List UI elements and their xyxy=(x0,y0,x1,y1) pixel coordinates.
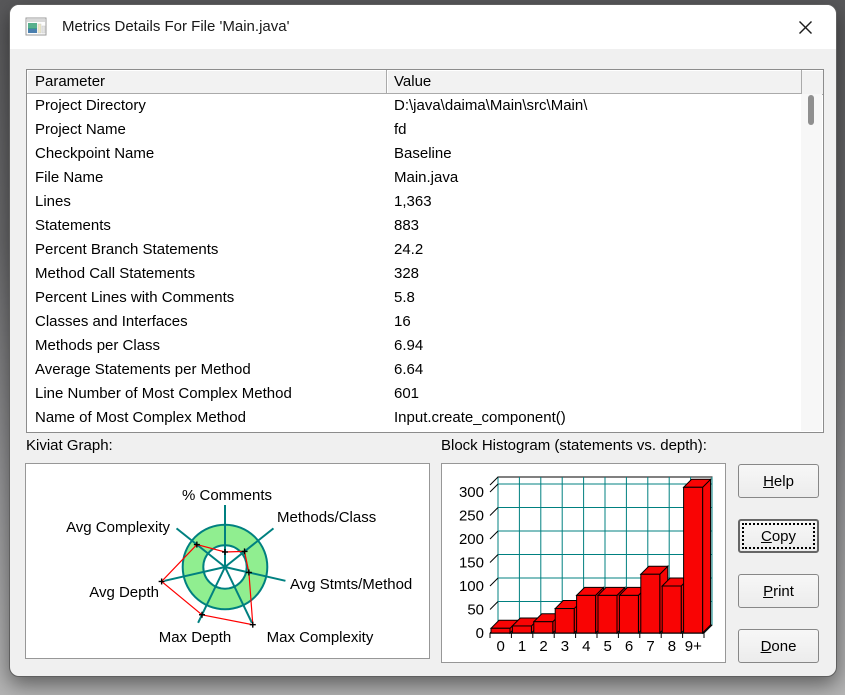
value-cell: Baseline xyxy=(394,145,452,162)
value-cell: 6.94 xyxy=(394,337,424,354)
value-cell: 601 xyxy=(394,385,420,402)
table-row[interactable]: Percent Branch Statements 24.2 xyxy=(27,238,823,262)
column-header-value[interactable]: Value xyxy=(387,70,802,94)
value-cell: Input.create_component() xyxy=(394,409,566,426)
value-cell: 24.2 xyxy=(394,241,424,258)
scrollbar-thumb[interactable] xyxy=(808,95,814,125)
value-cell: 5.8 xyxy=(394,289,415,306)
parameter-cell: Name of Most Complex Method xyxy=(35,409,246,426)
window-title: Metrics Details For File 'Main.java' xyxy=(62,18,290,35)
done-button[interactable]: Done xyxy=(738,629,819,663)
svg-text:7: 7 xyxy=(646,638,654,655)
parameter-cell: Percent Lines with Comments xyxy=(35,289,235,306)
svg-text:8: 8 xyxy=(668,638,676,655)
table-row[interactable]: Lines 1,363 xyxy=(27,190,823,214)
svg-text:250: 250 xyxy=(459,508,484,525)
value-cell: 1,363 xyxy=(394,193,432,210)
app-icon xyxy=(25,17,47,36)
table-body: Project Directory D:\java\daima\Main\src\… xyxy=(27,94,823,432)
svg-text:Methods/Class: Methods/Class xyxy=(277,509,376,526)
close-button[interactable] xyxy=(790,12,820,42)
kiviat-graph-label: Kiviat Graph: xyxy=(26,437,113,454)
svg-text:2: 2 xyxy=(539,638,547,655)
svg-text:9+: 9+ xyxy=(685,638,702,655)
value-cell: 16 xyxy=(394,313,411,330)
parameter-cell: Statements xyxy=(35,217,111,234)
svg-text:150: 150 xyxy=(459,555,484,572)
svg-text:Avg Depth: Avg Depth xyxy=(89,584,159,601)
titlebar[interactable]: Metrics Details For File 'Main.java' xyxy=(10,5,836,49)
table-row[interactable]: Method Call Statements 328 xyxy=(27,262,823,286)
metrics-details-dialog: Metrics Details For File 'Main.java' Par… xyxy=(9,4,837,677)
close-icon xyxy=(798,20,812,34)
copy-button[interactable]: Copy xyxy=(738,519,819,553)
parameter-cell: Methods per Class xyxy=(35,337,161,354)
svg-text:Max Depth: Max Depth xyxy=(159,629,232,646)
table-row[interactable]: Methods per Class 6.94 xyxy=(27,334,823,358)
svg-text:Avg Complexity: Avg Complexity xyxy=(66,519,170,536)
value-cell: fd xyxy=(394,121,407,138)
print-button[interactable]: Print xyxy=(738,574,819,608)
parameter-cell: File Name xyxy=(35,169,104,186)
table-row[interactable]: Percent Lines with Comments 5.8 xyxy=(27,286,823,310)
histogram-label: Block Histogram (statements vs. depth): xyxy=(441,437,707,454)
kiviat-radar-chart: % Comments Methods/Class Avg Stmts/Method M… xyxy=(66,487,412,646)
svg-text:3: 3 xyxy=(561,638,569,655)
table-row[interactable]: Statements 883 xyxy=(27,214,823,238)
svg-text:6: 6 xyxy=(625,638,633,655)
parameter-cell: Lines xyxy=(35,193,71,210)
svg-text:300: 300 xyxy=(459,484,484,501)
metrics-table: Parameter Value Project Directory D:\java… xyxy=(26,69,824,433)
table-row[interactable]: Line Number of Most Complex Method 601 xyxy=(27,382,823,406)
value-cell: 883 xyxy=(394,217,420,234)
svg-text:0: 0 xyxy=(497,638,505,655)
table-row[interactable]: Classes and Interfaces 16 xyxy=(27,310,823,334)
svg-text:4: 4 xyxy=(582,638,590,655)
svg-text:50: 50 xyxy=(467,602,484,619)
table-row[interactable]: Checkpoint Name Baseline xyxy=(27,142,823,166)
svg-text:1: 1 xyxy=(518,638,526,655)
parameter-cell: Project Name xyxy=(35,121,126,138)
svg-text:100: 100 xyxy=(459,578,484,595)
svg-text:Avg Stmts/Method: Avg Stmts/Method xyxy=(290,576,412,593)
svg-text:0: 0 xyxy=(476,625,484,642)
table-row[interactable]: Average Statements per Method 6.64 xyxy=(27,358,823,382)
kiviat-graph-panel: % Comments Methods/Class Avg Stmts/Method M… xyxy=(25,463,430,659)
table-row[interactable]: Project Name fd xyxy=(27,118,823,142)
svg-text:% Comments: % Comments xyxy=(182,487,272,504)
parameter-cell: Checkpoint Name xyxy=(35,145,155,162)
parameter-cell: Line Number of Most Complex Method xyxy=(35,385,292,402)
table-row[interactable]: Project Directory D:\java\daima\Main\src\… xyxy=(27,94,823,118)
table-row[interactable]: Name of Most Complex Method Input.create_… xyxy=(27,406,823,430)
table-header: Parameter Value xyxy=(27,70,823,95)
column-header-parameter[interactable]: Parameter xyxy=(27,70,387,94)
table-row[interactable]: File Name Main.java xyxy=(27,166,823,190)
parameter-cell: Method Call Statements xyxy=(35,265,196,282)
parameter-cell: Percent Branch Statements xyxy=(35,241,219,258)
svg-text:Max Complexity: Max Complexity xyxy=(267,629,374,646)
column-header-filler xyxy=(802,70,823,95)
block-histogram-chart: 0501001502002503000 1 2 3 4 5 6 7 8 9+ xyxy=(459,476,713,655)
parameter-cell: Project Directory xyxy=(35,97,146,114)
help-button[interactable]: Help xyxy=(738,464,819,498)
vertical-scrollbar[interactable] xyxy=(801,94,822,431)
value-cell: Main.java xyxy=(394,169,459,186)
histogram-panel: 0 50 100 150 200 250 300 0 1 2 3 4 5 6 7 8 9+ xyxy=(441,463,726,663)
value-cell: 328 xyxy=(394,265,420,282)
parameter-cell: Average Statements per Method xyxy=(35,361,251,378)
svg-text:200: 200 xyxy=(459,531,484,548)
svg-text:5: 5 xyxy=(604,638,612,655)
value-cell: 6.64 xyxy=(394,361,424,378)
parameter-cell: Classes and Interfaces xyxy=(35,313,188,330)
value-cell: D:\java\daima\Main\src\Main\ xyxy=(394,97,588,114)
